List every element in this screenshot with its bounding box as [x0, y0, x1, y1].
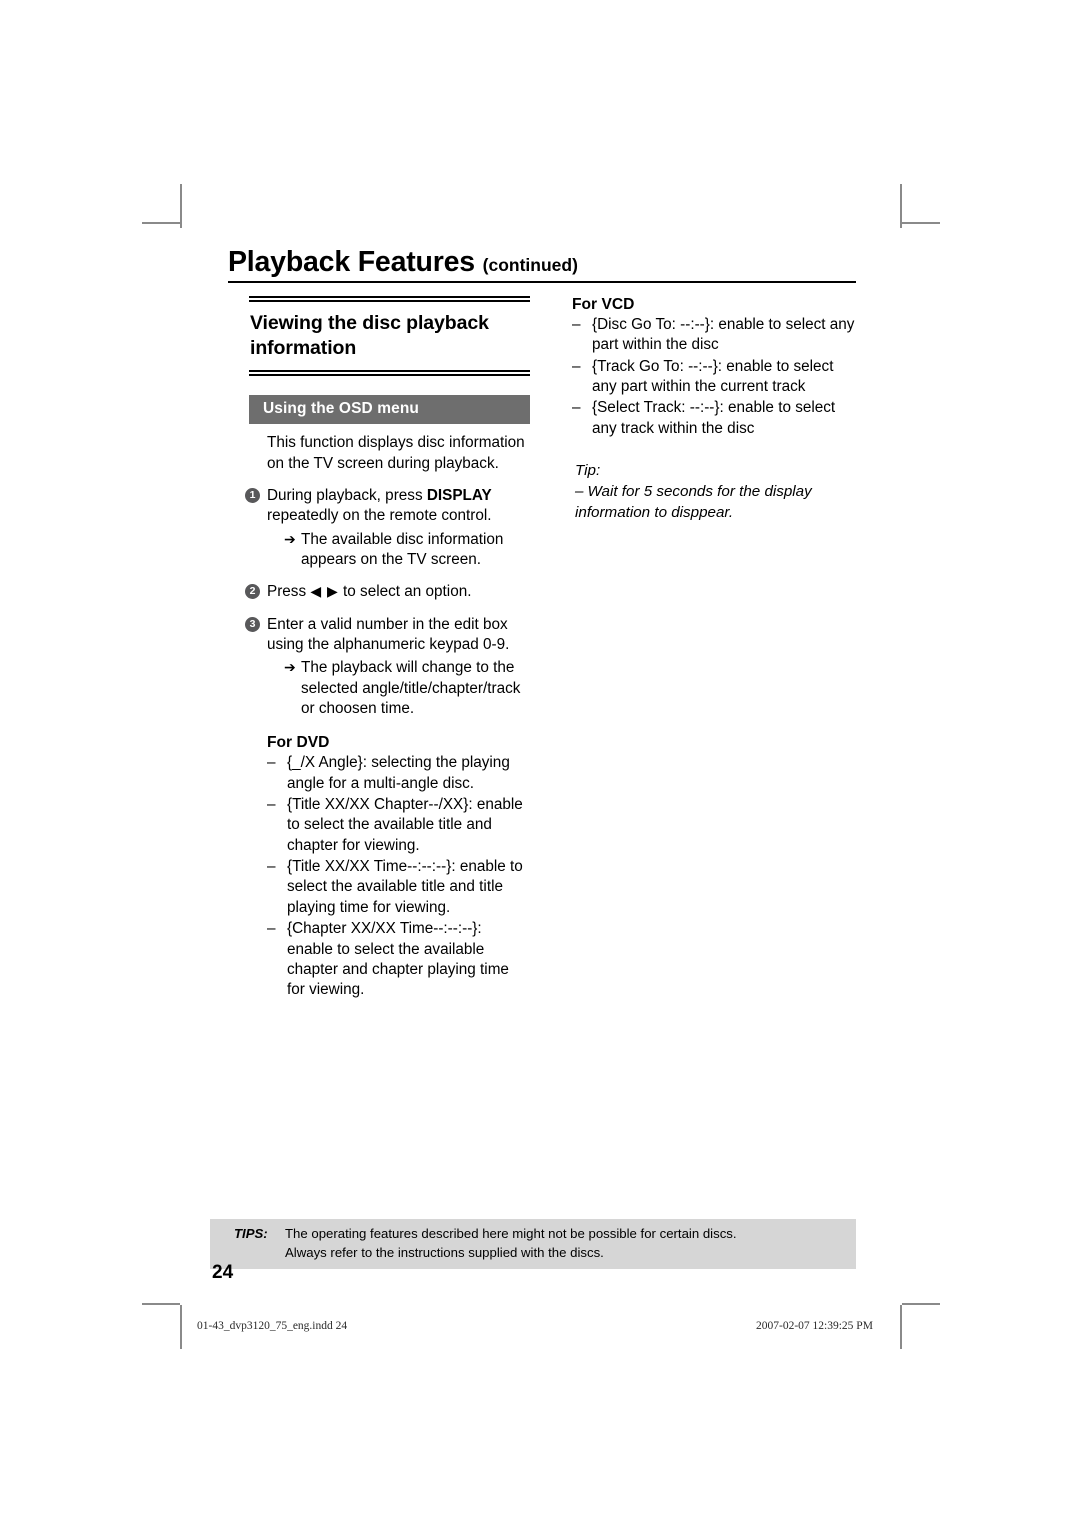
dvd-heading: For DVD	[267, 734, 330, 752]
dash-bullet: –	[267, 796, 276, 814]
tips-label: TIPS:	[234, 1226, 268, 1241]
intro-paragraph: This function displays disc information …	[267, 434, 525, 472]
print-slug-filename: 01-43_dvp3120_75_eng.indd 24	[197, 1320, 348, 1332]
tips-lines: The operating features described here mi…	[285, 1225, 856, 1262]
crop-mark-bottom-left-horizontal	[142, 1303, 180, 1305]
step-3-result-text: The playback will change to the selected…	[301, 659, 521, 718]
crop-mark-top-left-vertical	[180, 184, 182, 228]
manual-page: Playback Features (continued) Viewing th…	[0, 0, 1080, 1527]
tips-line-1: The operating features described here mi…	[285, 1226, 737, 1241]
tip-block: Tip: – Wait for 5 seconds for the display…	[575, 461, 857, 523]
step-1-bold-key: DISPLAY	[426, 486, 492, 504]
osd-subsection-bar: Using the OSD menu	[249, 395, 530, 425]
step-3-result: ➔ The playback will change to the selecte…	[284, 658, 530, 719]
page-number: 24	[212, 1262, 234, 1283]
section-rule-bottom	[249, 370, 530, 377]
page-title-continued: (continued)	[482, 255, 578, 275]
crop-mark-bottom-right-horizontal	[902, 1303, 940, 1305]
page-title-main: Playback Features	[228, 246, 475, 278]
arrow-icon: ➔	[284, 659, 296, 676]
tip-text-row: – Wait for 5 seconds for the display info…	[575, 482, 857, 522]
crop-mark-top-left-horizontal	[142, 222, 180, 224]
dash-bullet: –	[572, 316, 581, 333]
step-2-text-before: Press	[267, 583, 311, 601]
tip-text: Wait for 5 seconds for the display infor…	[575, 483, 812, 521]
crop-mark-bottom-left-vertical	[180, 1305, 182, 1349]
step-marker-1: 1	[245, 487, 260, 503]
page-header: Playback Features (continued)	[228, 246, 856, 283]
tip-label: Tip:	[575, 462, 601, 480]
step-1-result-text: The available disc information appears o…	[301, 530, 504, 568]
step-3-text: Enter a valid number in the edit box usi…	[267, 615, 510, 654]
vcd-list-item: – {Select Track: --:--}: enable to select…	[572, 398, 857, 439]
dvd-list-item: – {Title XX/XX Chapter--/XX}: enable to s…	[267, 795, 530, 856]
step-marker-3: 3	[245, 616, 260, 632]
step-1-text-after: repeatedly on the remote control.	[267, 507, 492, 525]
step-1-text-before: During playback, press	[267, 486, 427, 504]
step-item: 1 During playback, press DISPLAY repeated…	[245, 486, 530, 527]
vcd-heading: For VCD	[572, 296, 635, 313]
crop-mark-bottom-right-vertical	[900, 1305, 902, 1349]
dash-bullet: –	[267, 858, 276, 876]
right-column: For VCD – {Disc Go To: --:--}: enable to …	[572, 296, 857, 523]
step-1-result: ➔ The available disc information appears …	[284, 530, 530, 571]
step-2-text-after: to select an option.	[338, 583, 472, 601]
tips-footer-inner: TIPS: The operating features described h…	[210, 1225, 856, 1262]
dash-bullet: –	[572, 357, 581, 375]
arrow-icon: ➔	[284, 530, 296, 547]
vcd-list-item: – {Track Go To: --:--}: enable to select …	[572, 357, 857, 398]
dash-bullet: –	[575, 483, 584, 501]
vcd-item-text: {Disc Go To: --:--}: enable to select an…	[592, 316, 855, 354]
section-rule-top	[249, 296, 530, 303]
tips-footer-band: TIPS: The operating features described h…	[210, 1219, 856, 1270]
dvd-list-item: – {_/X Angle}: selecting the playing angl…	[267, 753, 530, 794]
dvd-item-text: {Chapter XX/XX Time--:--:--}: enable to …	[287, 920, 509, 999]
print-slug-timestamp: 2007-02-07 12:39:25 PM	[756, 1320, 873, 1332]
dvd-item-text: {_/X Angle}: selecting the playing angle…	[287, 754, 510, 792]
dash-bullet: –	[572, 399, 581, 417]
page-title-rule	[228, 280, 856, 283]
dvd-item-text: {Title XX/XX Time--:--:--}: enable to se…	[287, 858, 523, 916]
vcd-item-text: {Select Track: --:--}: enable to select …	[592, 399, 836, 437]
left-column: Viewing the disc playback information Us…	[245, 296, 530, 1001]
dvd-list-item: – {Chapter XX/XX Time--:--:--}: enable to…	[267, 919, 530, 1000]
page-title: Playback Features (continued)	[228, 246, 856, 278]
step-item: 2 Press ◀ ▶ to select an option.	[245, 582, 530, 602]
dash-bullet: –	[267, 920, 276, 938]
dvd-list-item: – {Title XX/XX Time--:--:--}: enable to s…	[267, 857, 530, 918]
vcd-list-item: – {Disc Go To: --:--}: enable to select a…	[572, 315, 857, 356]
vcd-item-text: {Track Go To: --:--}: enable to select a…	[592, 357, 834, 396]
step-item: 3 Enter a valid number in the edit box us…	[245, 615, 530, 656]
section-heading: Viewing the disc playback information	[250, 312, 489, 360]
step-marker-2: 2	[245, 584, 260, 600]
nav-left-right-icon: ◀ ▶	[310, 583, 339, 600]
dash-bullet: –	[267, 754, 276, 772]
dvd-item-text: {Title XX/XX Chapter--/XX}: enable to se…	[287, 796, 523, 854]
tips-line-2: Always refer to the instructions supplie…	[285, 1244, 604, 1260]
crop-mark-top-right-horizontal	[902, 222, 940, 224]
